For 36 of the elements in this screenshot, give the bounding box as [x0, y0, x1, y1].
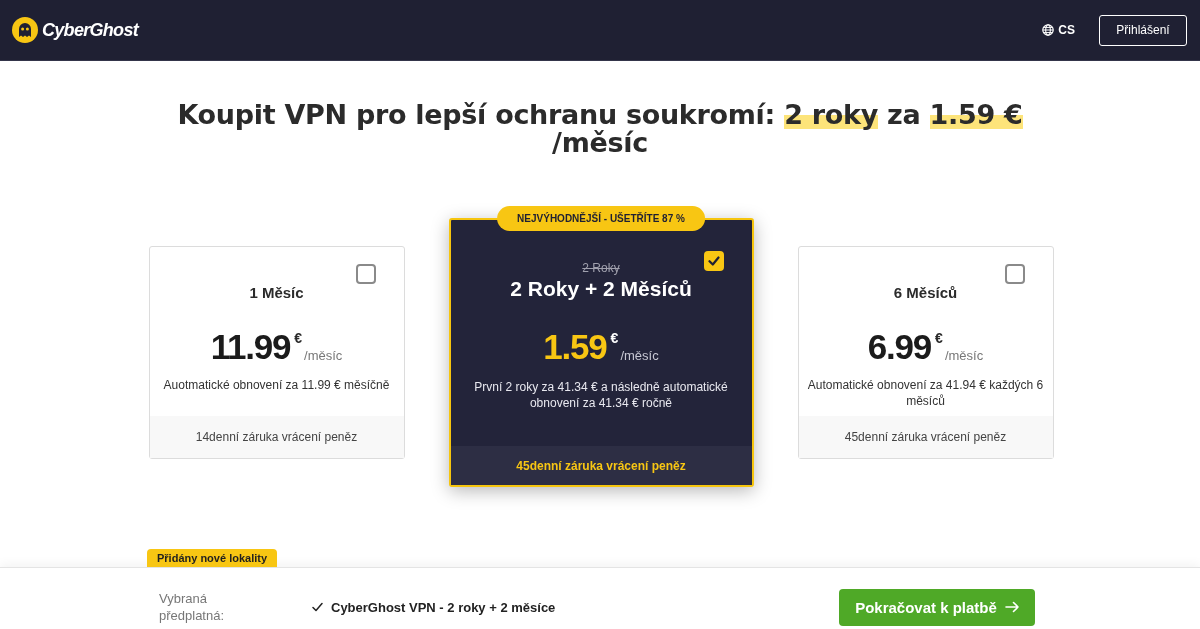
globe-icon [1042, 24, 1055, 36]
brand-name: CyberGhost [42, 19, 139, 41]
price-period: /měsíc [304, 349, 343, 363]
plan-card[interactable]: 6 Měsíců 6.99€ /měsíc Automatické obnovení za 41.94 € každých 6 měsíců 45denní záruka vrácení peněz [797, 246, 1054, 459]
plan-name: 2 Roky + 2 Měsíců [510, 277, 692, 301]
renewal-note: Auotmatické obnovení za 11.99 € měsíčně [162, 377, 391, 393]
checkmark-icon [312, 602, 323, 612]
price-amount: 11.99 [210, 329, 291, 365]
renewal-note: První 2 roky za 41.34 € a následně automatické obnovení za 41.34 € ročně [473, 379, 729, 411]
plan-card[interactable]: 1 Měsíc 11.99€ /měsíc Auotmatické obnovení za 11.99 € měsíčně 14denní záruka vrácení peněz [148, 246, 405, 459]
guarantee-note: 45denní záruka vrácení peněz [450, 446, 752, 485]
renewal-note: Automatické obnovení za 41.94 € každých 6 měsíců [806, 377, 1045, 409]
checkbox[interactable] [1004, 264, 1025, 284]
checkbox[interactable] [355, 264, 376, 284]
guarantee-note: 14denní záruka vrácení peněz [149, 416, 404, 458]
price-period: /měsíc [944, 349, 984, 363]
plan-name: 1 Měsíc [249, 284, 304, 301]
price-period: /měsíc [620, 349, 659, 363]
checkbox[interactable] [703, 251, 724, 271]
price-amount: 1.59 [543, 329, 607, 365]
currency-symbol: € [294, 331, 303, 345]
currency-symbol: € [935, 331, 943, 345]
selection-label: Vybraná předplatná: [159, 590, 226, 624]
price-amount: 6.99 [867, 329, 932, 365]
selected-plan-text: CyberGhost VPN - 2 roky + 2 měsíce [331, 599, 556, 615]
language-button[interactable]: CS [1042, 23, 1075, 37]
savings-badge: NEJVÝHODNĚJŠÍ - UŠETŘÍTE 87 % [497, 206, 705, 231]
login-button[interactable]: Přihlášení [1099, 14, 1187, 46]
previous-plan-name: 2 Roky [581, 261, 621, 275]
arrow-right-icon [1004, 601, 1019, 613]
checkmark-icon [707, 255, 720, 267]
new-locations-tag: Přidány nové lokality [147, 549, 278, 567]
guarantee-note: 45denní záruka vrácení peněz [798, 416, 1053, 458]
plan-name: 6 Měsíců [893, 284, 958, 301]
currency-symbol: € [610, 331, 619, 345]
ghost-logo-icon [12, 17, 38, 43]
